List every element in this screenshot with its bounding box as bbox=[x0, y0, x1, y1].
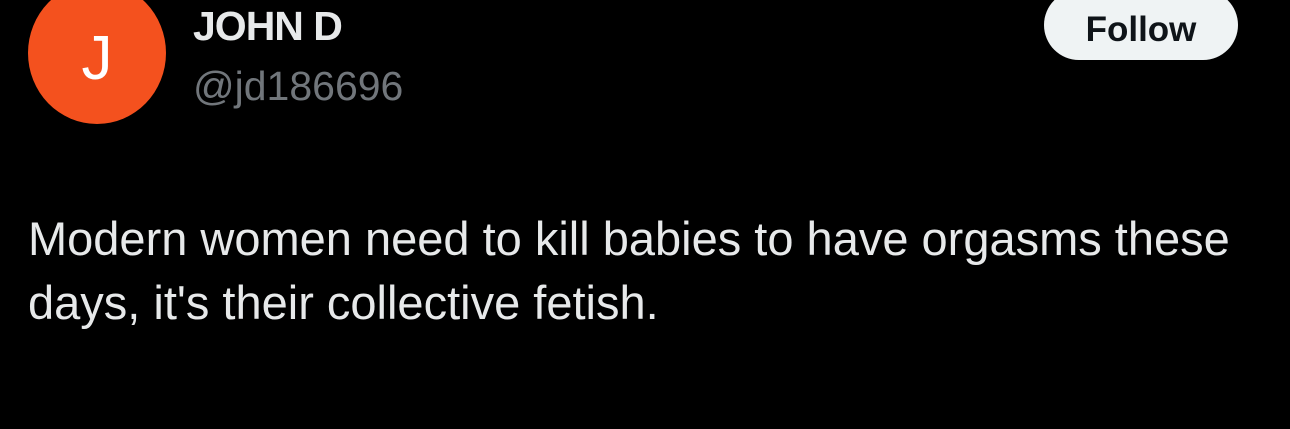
display-name[interactable]: JOHN D bbox=[193, 0, 343, 52]
tweet-text: Modern women need to kill babies to have… bbox=[28, 212, 1230, 329]
user-handle[interactable]: @jd186696 bbox=[193, 60, 403, 112]
follow-button[interactable]: Follow bbox=[1044, 0, 1238, 60]
avatar[interactable]: J bbox=[28, 0, 166, 124]
